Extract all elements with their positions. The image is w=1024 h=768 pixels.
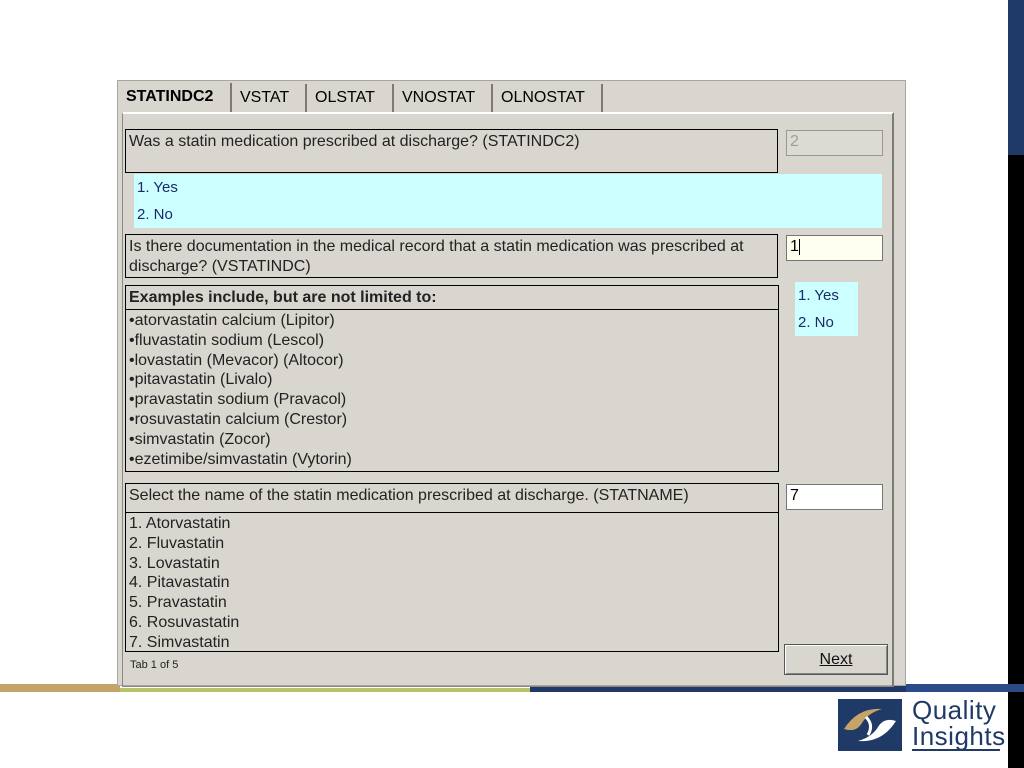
statname-options-list: 1. Atorvastatin 2. Fluvastatin 3. Lovast… [125, 512, 779, 652]
tab-vnostat[interactable]: VNOSTAT [394, 84, 493, 113]
list-item: 4. Pitavastatin [129, 574, 230, 592]
list-item: 5. Pravastatin [129, 594, 227, 612]
tab-olstat[interactable]: OLSTAT [307, 84, 394, 113]
statindc2-options: 1. Yes 2. No [134, 174, 882, 228]
tab-statindc2[interactable]: STATINDC2 [118, 83, 232, 114]
list-item: 1. Atorvastatin [129, 515, 231, 532]
logo-line-2: Insights [912, 721, 1006, 751]
logo-line-1: Quality [912, 695, 997, 725]
list-item: •fluvastatin sodium (Lescol) [129, 331, 325, 349]
next-button[interactable]: Next [784, 644, 888, 675]
option-yes: 1. Yes [798, 287, 839, 304]
list-item: •ezetimibe/simvastatin (Vytorin) [129, 450, 352, 468]
list-item: •lovastatin (Mevacor) (Altocor) [129, 351, 344, 369]
option-no: 2. No [798, 314, 834, 331]
statname-answer-field[interactable]: 7 [786, 484, 883, 510]
question-statname: Select the name of the statin medication… [125, 483, 779, 514]
abstraction-window: STATINDC2 VSTAT OLSTAT VNOSTAT OLNOSTAT … [117, 80, 906, 687]
logo-text: Quality Insights [912, 695, 1006, 751]
list-item: •simvastatin (Zocor) [129, 430, 271, 448]
statin-examples-list: Examples include, but are not limited to… [125, 285, 779, 472]
tab-olnostat[interactable]: OLNOSTAT [493, 84, 603, 113]
list-item: •atorvastatin calcium (Lipitor) [129, 312, 335, 329]
examples-header: Examples include, but are not limited to… [126, 286, 778, 310]
footer-stripe-blue [906, 684, 1024, 692]
option-no: 2. No [137, 206, 173, 223]
statindc2-answer-field[interactable]: 2 [786, 130, 883, 156]
list-item: 7. Simvastatin [129, 633, 230, 651]
tab-position-indicator: Tab 1 of 5 [130, 659, 179, 671]
list-item: •pitavastatin (Livalo) [129, 371, 273, 389]
footer-stripe-green [120, 688, 530, 692]
list-item: •rosuvastatin calcium (Crestor) [129, 410, 348, 428]
next-button-label: Next [819, 651, 853, 668]
list-item: •pravastatin sodium (Pravacol) [129, 391, 347, 409]
question-vstatindc: Is there documentation in the medical re… [125, 234, 778, 278]
tab-strip: STATINDC2 VSTAT OLSTAT VNOSTAT OLNOSTAT [118, 81, 905, 114]
vstatindc-options: 1. Yes 2. No [795, 282, 858, 336]
right-accent-bar-black [1008, 155, 1024, 768]
list-item: 2. Fluvastatin [129, 534, 225, 552]
question-statindc2: Was a statin medication prescribed at di… [125, 129, 778, 173]
list-item: 6. Rosuvastatin [129, 613, 240, 631]
text-cursor [798, 238, 800, 255]
list-item: 3. Lovastatin [129, 554, 220, 572]
option-yes: 1. Yes [137, 179, 178, 196]
vstatindc-answer-value: 1 [790, 238, 799, 255]
logo-mark-icon [838, 699, 902, 751]
tab-vstat[interactable]: VSTAT [232, 84, 307, 113]
quality-insights-logo: Quality Insights [838, 697, 1008, 753]
footer-stripe-gold [0, 684, 120, 692]
right-accent-bar-blue [1008, 0, 1024, 155]
vstatindc-answer-field[interactable]: 1 [786, 235, 883, 261]
